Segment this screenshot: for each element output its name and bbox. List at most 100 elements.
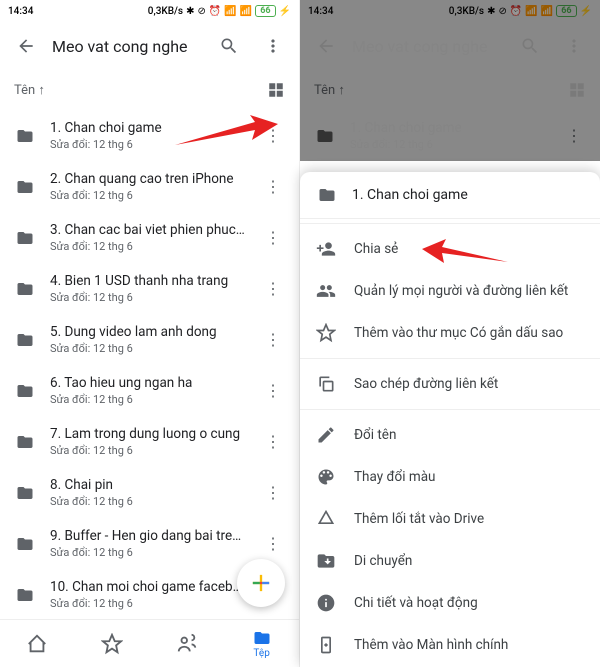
file-more-button[interactable]: ⋮ [261, 328, 285, 352]
right-screenshot: 14:34 0,3KB/s ✱ ⊘ ⏰ 📶 📶 66 ⚡ Meo vat con… [300, 0, 600, 667]
file-name: 4. Bien 1 USD thanh nha trang [50, 273, 247, 289]
menu-add-shortcut[interactable]: Thêm lối tắt vào Drive [300, 498, 600, 540]
nav-home[interactable] [0, 620, 75, 667]
folder-move-icon [316, 551, 336, 571]
folder-icon [14, 535, 36, 553]
file-name: 3. Chan cac bai viet phien phuc tren f..… [50, 222, 247, 238]
menu-add-homescreen[interactable]: Thêm vào Màn hình chính [300, 624, 600, 666]
file-meta: Sửa đổi: 12 thg 6 [350, 138, 548, 151]
file-more-button[interactable]: ⋮ [261, 175, 285, 199]
file-more-button[interactable]: ⋮ [261, 277, 285, 301]
nav-starred[interactable] [75, 620, 150, 667]
menu-label: Quản lý mọi người và đường liên kết [354, 283, 568, 299]
copy-icon [316, 374, 336, 394]
folder-icon [316, 186, 338, 204]
charging-icon: ⚡ [279, 6, 291, 17]
file-more-button[interactable]: ⋮ [261, 226, 285, 250]
status-time: 14:34 [8, 6, 33, 17]
file-item[interactable]: 5. Dung video lam anh dong Sửa đổi: 12 t… [0, 314, 299, 365]
sheet-header: 1. Chan choi game [300, 172, 600, 219]
file-name: 9. Buffer - Hen gio dang bai tren Face..… [50, 528, 247, 544]
signal-icon: 📶 [224, 6, 236, 17]
file-meta: Sửa đổi: 12 thg 6 [50, 393, 247, 406]
file-item[interactable]: 7. Lam trong dung luong o cung Sửa đổi: … [0, 416, 299, 467]
sort-row[interactable]: Tên ↑ [0, 70, 299, 110]
file-name: 10. Chan moi choi game facebook [50, 579, 247, 595]
file-meta: Sửa đổi: 12 thg 6 [50, 342, 247, 355]
file-item[interactable]: 6. Tao hieu ung ngan ha Sửa đổi: 12 thg … [0, 365, 299, 416]
search-button[interactable] [512, 28, 548, 64]
menu-details[interactable]: Chi tiết và hoạt động [300, 582, 600, 624]
more-button[interactable] [255, 28, 291, 64]
add-to-home-icon [316, 635, 336, 655]
menu-move[interactable]: Di chuyển [300, 540, 600, 582]
grid-view-icon[interactable] [267, 81, 285, 99]
folder-icon [14, 127, 36, 145]
menu-manage-people[interactable]: Quản lý mọi người và đường liên kết [300, 270, 600, 312]
nav-shared[interactable] [150, 620, 225, 667]
file-meta: Sửa đổi: 12 thg 6 [50, 597, 247, 610]
page-title: Meo vat cong nghe [352, 37, 504, 56]
charging-icon: ⚡ [580, 6, 592, 17]
folder-icon [14, 433, 36, 451]
info-icon [316, 593, 336, 613]
back-button[interactable] [308, 28, 344, 64]
bluetooth-icon: ✱ [186, 6, 194, 17]
file-item[interactable]: 8. Chai pin Sửa đổi: 12 thg 6 ⋮ [0, 467, 299, 518]
signal-icon: 📶 [525, 6, 537, 17]
nav-files-label: Tệp [253, 648, 269, 659]
file-more-button[interactable]: ⋮ [562, 124, 586, 148]
menu-copy-link[interactable]: Sao chép đường liên kết [300, 363, 600, 405]
back-button[interactable] [8, 28, 44, 64]
dimmed-background: 14:34 0,3KB/s ✱ ⊘ ⏰ 📶 📶 66 ⚡ Meo vat con… [300, 0, 600, 161]
menu-label: Chi tiết và hoạt động [354, 595, 478, 611]
status-bar: 14:34 0,3KB/s ✱ ⊘ ⏰ 📶 📶 66 ⚡ [0, 0, 299, 22]
file-item[interactable]: 4. Bien 1 USD thanh nha trang Sửa đổi: 1… [0, 263, 299, 314]
menu-label: Chia sẻ [354, 241, 398, 257]
status-time: 14:34 [308, 6, 333, 17]
folder-icon [14, 484, 36, 502]
grid-view-icon[interactable] [568, 81, 586, 99]
tutorial-arrow-left [170, 110, 280, 152]
more-button[interactable] [556, 28, 592, 64]
battery-icon: 66 [556, 5, 576, 17]
file-meta: Sửa đổi: 12 thg 6 [50, 240, 247, 253]
file-item[interactable]: 2. Chan quang cao tren iPhone Sửa đổi: 1… [0, 161, 299, 212]
person-add-icon [316, 239, 336, 259]
folder-icon [14, 229, 36, 247]
wifi-icon: 📶 [240, 6, 252, 17]
status-net: 0,3KB/s [449, 6, 484, 17]
star-outline-icon [316, 323, 336, 343]
menu-label: Thêm vào thư mục Có gắn dấu sao [354, 325, 563, 341]
status-net: 0,3KB/s [148, 6, 183, 17]
file-item[interactable]: 3. Chan cac bai viet phien phuc tren f..… [0, 212, 299, 263]
status-indicators: 0,3KB/s ✱ ⊘ ⏰ 📶 📶 66 ⚡ [148, 5, 291, 17]
menu-rename[interactable]: Đổi tên [300, 414, 600, 456]
menu-add-star[interactable]: Thêm vào thư mục Có gắn dấu sao [300, 312, 600, 354]
add-fab[interactable] [237, 559, 285, 607]
search-button[interactable] [211, 28, 247, 64]
folder-icon [14, 178, 36, 196]
file-more-button[interactable]: ⋮ [261, 430, 285, 454]
drive-shortcut-icon [316, 509, 336, 529]
menu-label: Thêm lối tắt vào Drive [354, 511, 484, 527]
file-more-button[interactable]: ⋮ [261, 481, 285, 505]
file-meta: Sửa đổi: 12 thg 6 [50, 189, 247, 202]
left-screenshot: 14:34 0,3KB/s ✱ ⊘ ⏰ 📶 📶 66 ⚡ Meo vat con… [0, 0, 300, 667]
folder-icon [14, 331, 36, 349]
folder-icon [14, 382, 36, 400]
wifi-icon: 📶 [541, 6, 553, 17]
file-name: 1. Chan choi game [350, 120, 548, 136]
folder-icon [14, 280, 36, 298]
file-meta: Sửa đổi: 12 thg 6 [50, 546, 247, 559]
file-name: 8. Chai pin [50, 477, 247, 493]
file-name: 7. Lam trong dung luong o cung [50, 426, 247, 442]
file-more-button[interactable]: ⋮ [261, 379, 285, 403]
file-item[interactable]: 1. Chan choi game Sửa đổi: 12 thg 6 ⋮ [300, 110, 600, 161]
menu-label: Thay đổi màu [354, 469, 436, 485]
sort-label: Tên ↑ [14, 82, 45, 98]
file-more-button[interactable]: ⋮ [261, 532, 285, 556]
bottom-nav: Tệp [0, 619, 299, 667]
nav-files[interactable]: Tệp [224, 620, 299, 667]
menu-change-color[interactable]: Thay đổi màu [300, 456, 600, 498]
